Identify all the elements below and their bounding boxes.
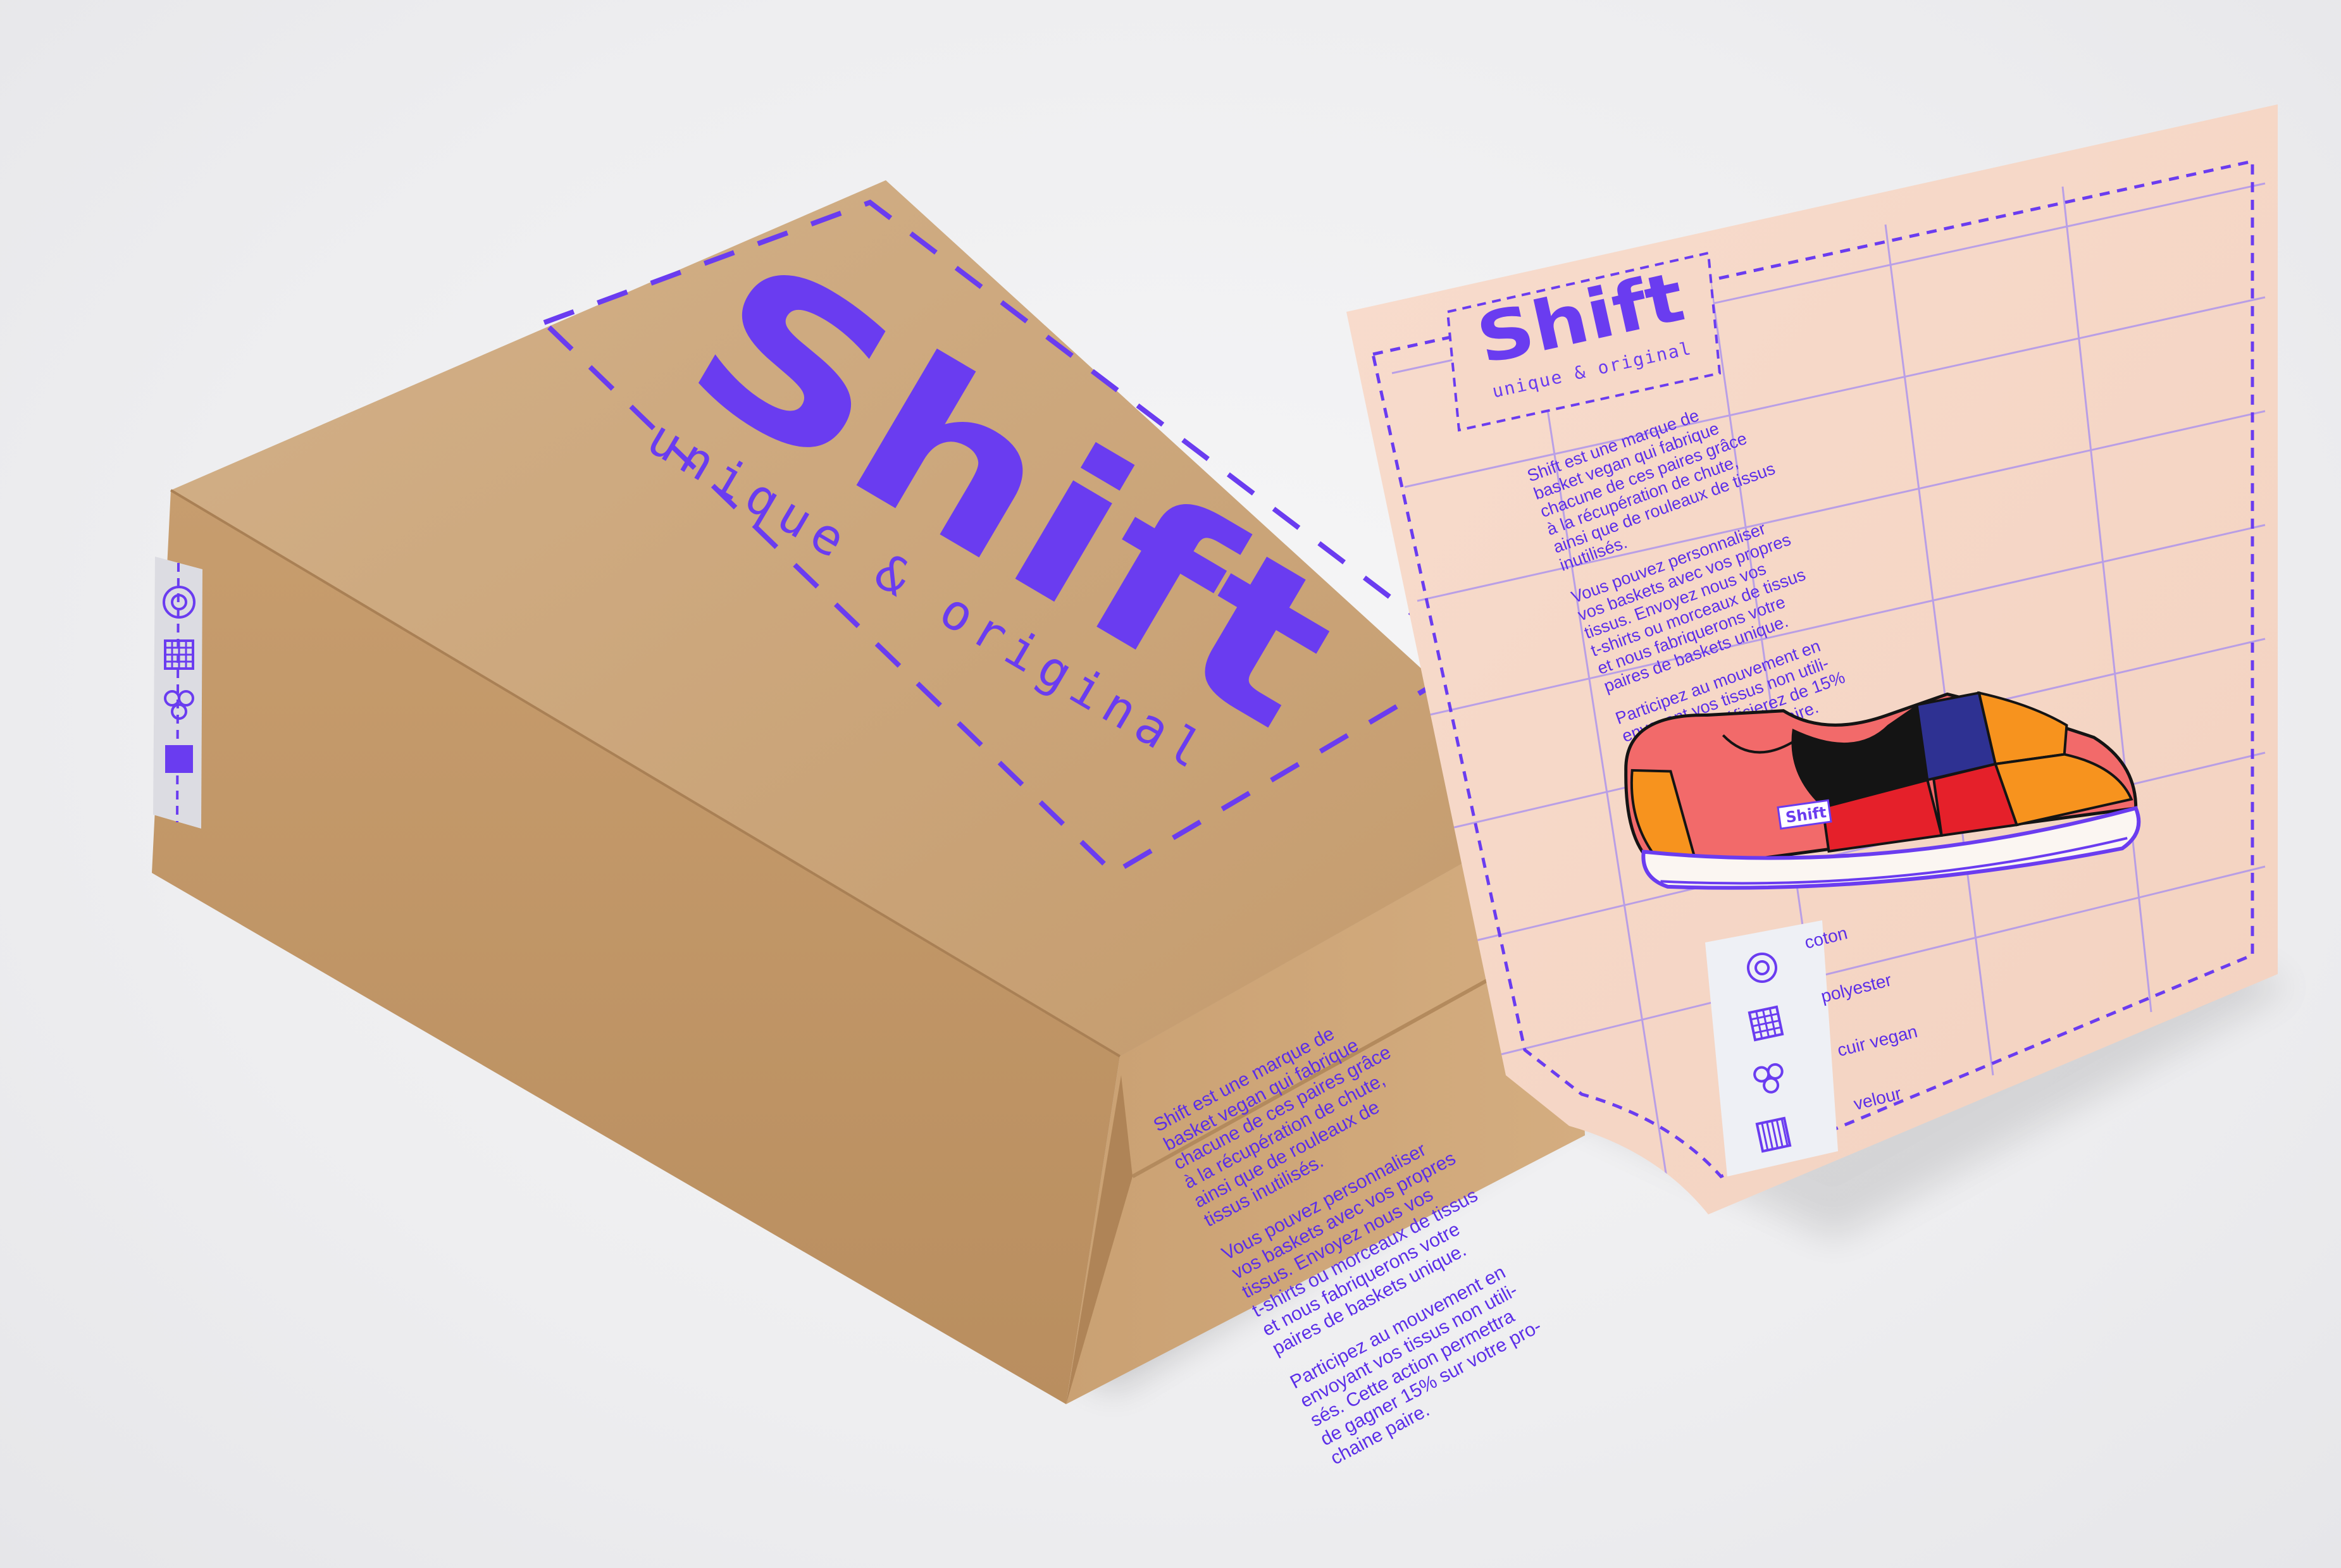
product-mockup-scene: Shift unique & original Shift est une ma… <box>152 104 2290 1469</box>
tape-stripes-icon <box>165 745 193 773</box>
box-tape-strip <box>153 557 202 829</box>
